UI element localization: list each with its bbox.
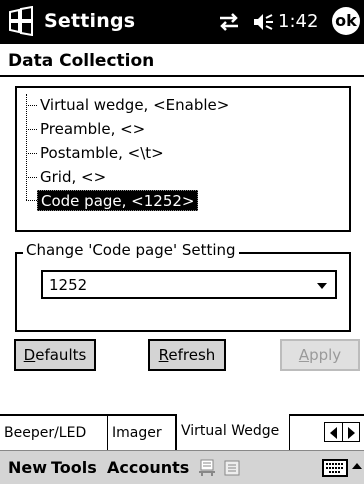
volume-icon[interactable] <box>252 12 274 32</box>
title-bar: Settings 1:42 ok <box>0 0 364 44</box>
refresh-button[interactable]: Refresh <box>148 339 226 371</box>
groupbox-legend: Change 'Code page' Setting <box>23 241 239 259</box>
tab-virtual-wedge[interactable]: Virtual Wedge <box>176 414 290 450</box>
code-page-select[interactable]: 1252 <box>41 270 337 299</box>
send-receive-icon[interactable] <box>197 458 217 478</box>
tree-item-label: Grid, <> <box>40 168 107 186</box>
app-title: Settings <box>44 10 136 32</box>
defaults-button[interactable]: Defaults <box>14 339 96 371</box>
apply-button[interactable]: Apply <box>280 339 360 371</box>
tree-connector <box>21 166 37 189</box>
menu-accounts[interactable]: Accounts <box>107 458 189 477</box>
menu-tools[interactable]: Tools <box>51 458 97 477</box>
tab-beeper-led[interactable]: Beeper/LED <box>0 416 108 450</box>
chevron-left-icon[interactable] <box>330 427 337 439</box>
tree-item-label: Postamble, <\t> <box>40 144 164 162</box>
tree-item-virtual-wedge[interactable]: Virtual wedge, <Enable> <box>21 94 232 117</box>
select-value: 1252 <box>49 276 88 294</box>
menu-bar: New Tools Accounts <box>0 450 364 484</box>
page-header: Data Collection <box>0 44 364 77</box>
ok-button[interactable]: ok <box>332 7 360 35</box>
chevron-right-icon[interactable] <box>348 427 355 439</box>
windows-start-icon[interactable] <box>6 6 36 36</box>
tree-item-code-page[interactable]: Code page, <1252> <box>21 189 199 212</box>
tab-imager[interactable]: Imager <box>108 416 176 450</box>
tree-connector <box>21 118 37 141</box>
chevron-down-icon[interactable] <box>317 283 327 289</box>
tree-item-label: Virtual wedge, <Enable> <box>40 96 230 114</box>
tree-item-label: Preamble, <> <box>40 120 146 138</box>
tree-connector <box>21 94 37 117</box>
setting-groupbox: Change 'Code page' Setting 1252 <box>15 241 351 332</box>
menu-new[interactable]: New <box>8 458 47 477</box>
clock[interactable]: 1:42 <box>278 11 318 32</box>
tree-connector <box>21 142 37 165</box>
tab-bar: Beeper/LED Imager Virtual Wedge <box>0 414 364 450</box>
connectivity-icon[interactable] <box>218 13 240 31</box>
keyboard-icon[interactable] <box>322 459 348 477</box>
page-title: Data Collection <box>8 51 155 71</box>
tree-connector <box>21 189 37 212</box>
tree-item-label: Code page, <1252> <box>37 190 199 211</box>
chevron-up-icon[interactable] <box>352 463 362 469</box>
tree-item-preamble[interactable]: Preamble, <> <box>21 118 148 141</box>
divider <box>342 423 343 441</box>
tab-scroll-arrows <box>324 422 360 442</box>
folder-icon[interactable] <box>222 458 242 478</box>
settings-tree[interactable]: Virtual wedge, <Enable> Preamble, <> Pos… <box>15 86 351 232</box>
tree-item-postamble[interactable]: Postamble, <\t> <box>21 142 167 165</box>
tree-item-grid[interactable]: Grid, <> <box>21 166 109 189</box>
